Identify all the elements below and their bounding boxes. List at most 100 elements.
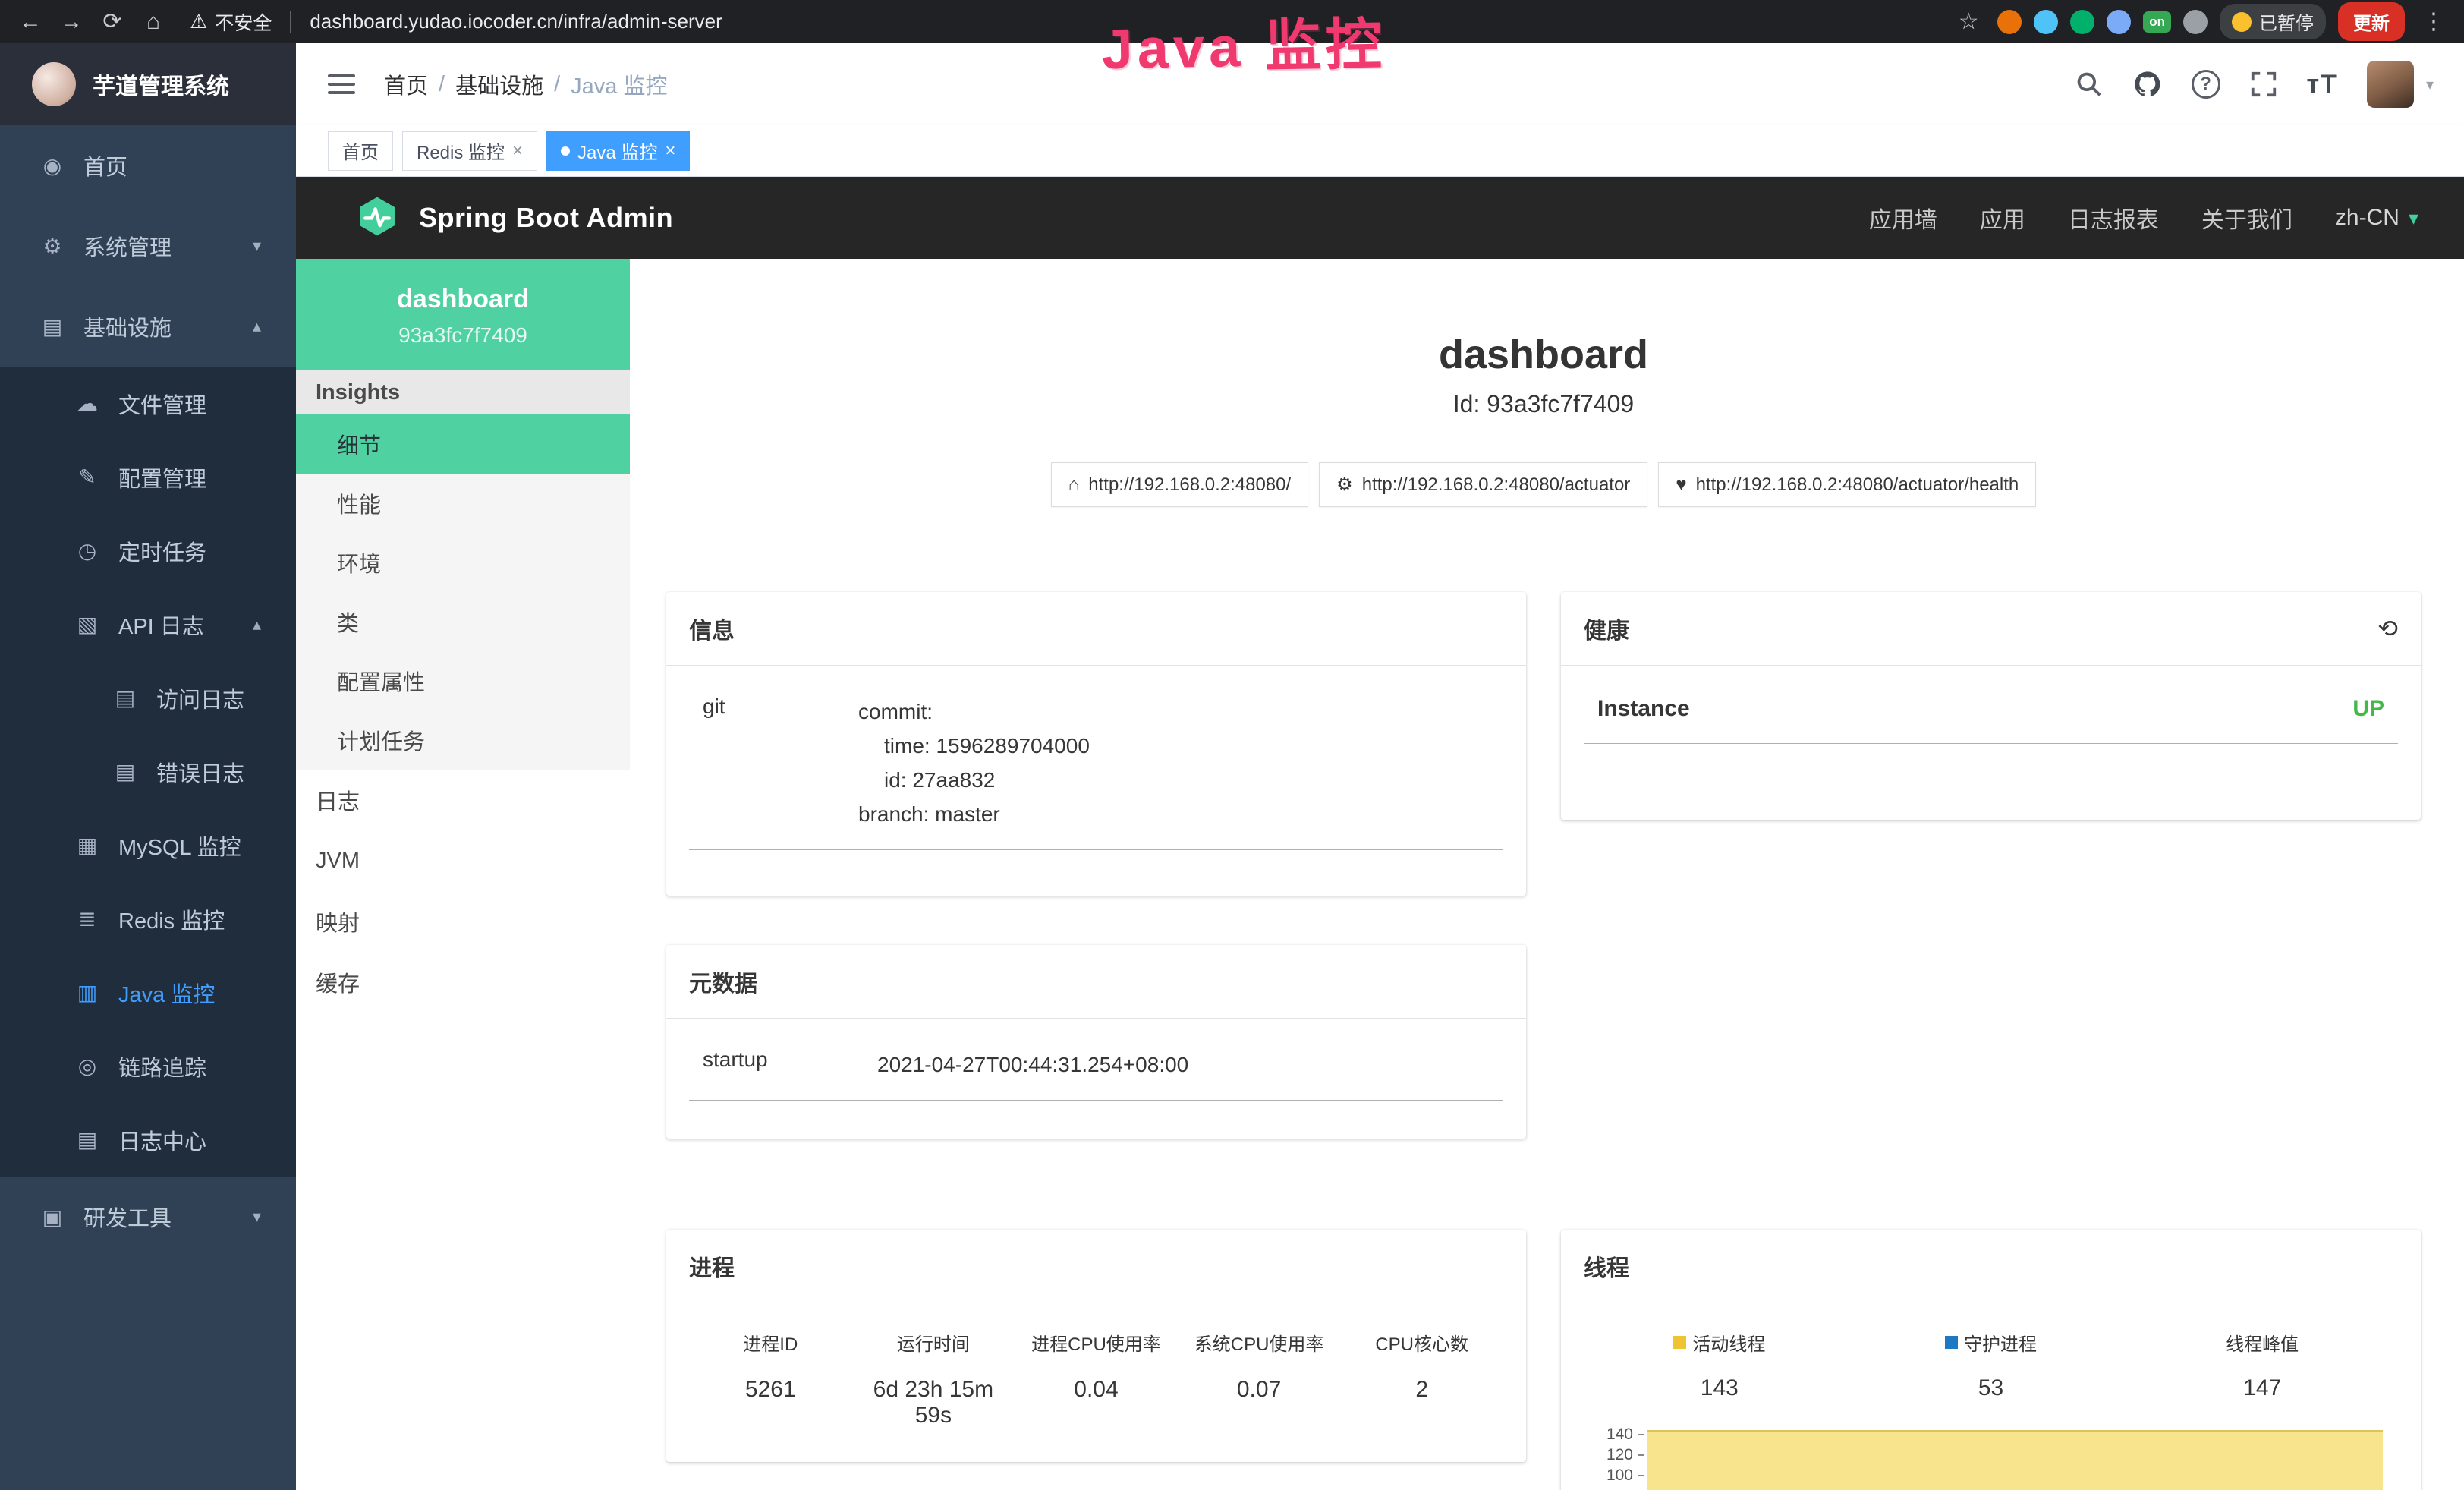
sba-nav-journal[interactable]: 日志报表 [2068, 201, 2159, 235]
breadcrumb-home[interactable]: 首页 [384, 68, 428, 100]
address-bar[interactable]: dashboard.yudao.iocoder.cn/infra/admin-s… [310, 10, 1944, 33]
user-avatar[interactable] [2367, 61, 2414, 108]
sidebar-item-dev-tools[interactable]: ▣ 研发工具 ▾ [0, 1177, 296, 1257]
search-icon[interactable] [2075, 70, 2104, 99]
sidebar-item-api-logs[interactable]: ▧ API 日志 ▴ [0, 587, 296, 661]
toolbox-icon: ▣ [39, 1205, 65, 1230]
sidebar-item-access-logs[interactable]: ▤ 访问日志 [0, 661, 296, 735]
health-instance-row[interactable]: Instance UP [1584, 691, 2398, 744]
sba-insights-group: 细节 性能 环境 类 配置属性 计划任务 [296, 414, 630, 770]
hamburger-icon[interactable] [328, 73, 355, 96]
page-id: Id: 93a3fc7f7409 [666, 390, 2421, 418]
update-button[interactable]: 更新 [2338, 2, 2405, 41]
eye-icon: ◎ [74, 1054, 100, 1079]
app-logo[interactable]: 芋道管理系统 [0, 43, 296, 125]
extension-on-badge[interactable]: on [2143, 11, 2171, 33]
health-card: 健康 ⟲ Instance UP [1561, 592, 2421, 820]
sba-item-jvm[interactable]: JVM [296, 830, 630, 891]
sba-item-config-props[interactable]: 配置属性 [296, 651, 630, 710]
sidebar-item-file-mgmt[interactable]: ☁ 文件管理 [0, 367, 296, 440]
dashboard-icon: ◉ [39, 153, 65, 178]
reload-icon[interactable]: ⟳ [96, 8, 129, 35]
sba-item-environment[interactable]: 环境 [296, 533, 630, 592]
sidebar-item-mysql-monitor[interactable]: ▦ MySQL 监控 [0, 808, 296, 882]
sba-item-caches[interactable]: 缓存 [296, 952, 630, 1013]
legend-peak-threads: 线程峰值 147 [2126, 1329, 2398, 1401]
sidebar-item-system-mgmt[interactable]: ⚙ 系统管理 ▾ [0, 206, 296, 286]
instance-links: ⌂ http://192.168.0.2:48080/ ⚙ http://192… [666, 462, 2421, 507]
service-url-text: http://192.168.0.2:48080/ [1088, 474, 1291, 496]
home-icon[interactable]: ⌂ [137, 9, 170, 35]
tab-home[interactable]: 首页 [328, 131, 393, 171]
health-icon: ♥ [1676, 474, 1686, 496]
tab-java-monitor[interactable]: Java 监控 × [546, 131, 690, 171]
info-value: commit: time: 1596289704000 id: 27aa832 … [858, 695, 1490, 831]
clock-icon: ◷ [74, 538, 100, 563]
sba-locale-select[interactable]: zh-CN ▾ [2335, 205, 2418, 231]
fullscreen-icon[interactable] [2249, 70, 2278, 99]
sidebar-item-infrastructure[interactable]: ▤ 基础设施 ▴ [0, 286, 296, 367]
sidebar-item-redis-monitor[interactable]: ≣ Redis 监控 [0, 882, 296, 956]
sidebar-item-tracing[interactable]: ◎ 链路追踪 [0, 1029, 296, 1103]
info-line: branch: master [858, 797, 1490, 831]
info-git-row: git commit: time: 1596289704000 id: 27aa… [689, 691, 1503, 850]
chevron-down-icon: ▾ [253, 236, 261, 256]
sba-nav-applications[interactable]: 应用 [1980, 201, 2025, 235]
extension-icon[interactable] [2183, 10, 2208, 34]
security-chip[interactable]: ⚠ 不安全 [190, 8, 272, 36]
card-columns: 信息 git commit: time: 1596289704000 id: 2… [666, 592, 2421, 1490]
sidebar-item-label: Redis 监控 [118, 903, 225, 935]
spring-boot-admin: Spring Boot Admin 应用墙 应用 日志报表 关于我们 zh-CN… [296, 177, 2464, 1490]
health-card-title: 健康 [1584, 612, 1629, 645]
github-icon[interactable] [2132, 69, 2163, 99]
sidebar-item-log-center[interactable]: ▤ 日志中心 [0, 1103, 296, 1177]
sidebar-item-error-logs[interactable]: ▤ 错误日志 [0, 735, 296, 808]
sidebar-item-config-mgmt[interactable]: ✎ 配置管理 [0, 440, 296, 514]
address-divider [290, 11, 291, 33]
sidebar-item-java-monitor[interactable]: ▥ Java 监控 [0, 956, 296, 1029]
sidebar-item-label: 基础设施 [83, 310, 172, 342]
sba-item-metrics[interactable]: 性能 [296, 474, 630, 533]
app-main: 首页 / 基础设施 / Java 监控 [296, 43, 2464, 1490]
back-icon[interactable]: ← [14, 9, 47, 35]
sba-item-details[interactable]: 细节 [296, 414, 630, 474]
info-line: id: 27aa832 [858, 763, 1490, 797]
sidebar-item-label: 错误日志 [156, 756, 244, 788]
forward-icon[interactable]: → [55, 9, 88, 35]
tab-redis-monitor[interactable]: Redis 监控 × [402, 131, 537, 171]
health-url-link[interactable]: ♥ http://192.168.0.2:48080/actuator/heal… [1658, 462, 2036, 507]
breadcrumb-infrastructure[interactable]: 基础设施 [455, 68, 543, 100]
help-icon[interactable]: ? [2192, 70, 2220, 99]
stat-system-cpu: 系统CPU使用率 0.07 [1178, 1329, 1341, 1429]
sba-item-logs[interactable]: 日志 [296, 770, 630, 830]
browser-menu-icon[interactable]: ⋮ [2417, 8, 2450, 35]
stat-process-cpu: 进程CPU使用率 0.04 [1015, 1329, 1178, 1429]
sba-instance-id: 93a3fc7f7409 [304, 323, 622, 348]
sidebar-item-home[interactable]: ◉ 首页 [0, 125, 296, 206]
close-icon[interactable]: × [512, 140, 523, 162]
extension-icon[interactable] [2107, 10, 2131, 34]
sba-item-scheduled-tasks[interactable]: 计划任务 [296, 710, 630, 770]
font-size-icon[interactable]: тT [2307, 70, 2338, 99]
close-icon[interactable]: × [665, 140, 675, 162]
actuator-url-link[interactable]: ⚙ http://192.168.0.2:48080/actuator [1319, 462, 1647, 507]
bookmark-star-icon[interactable]: ☆ [1952, 8, 1985, 35]
sba-item-mappings[interactable]: 映射 [296, 891, 630, 952]
breadcrumb-current: Java 监控 [571, 68, 667, 100]
sba-nav-wallboard[interactable]: 应用墙 [1869, 201, 1937, 235]
extension-icon[interactable] [2070, 10, 2094, 34]
extension-icon[interactable] [1997, 10, 2022, 34]
app: 芋道管理系统 ◉ 首页 ⚙ 系统管理 ▾ ▤ 基础设施 ▴ ☁ 文件管理 [0, 43, 2464, 1490]
sba-instance-header[interactable]: dashboard 93a3fc7f7409 [296, 259, 630, 370]
service-url-link[interactable]: ⌂ http://192.168.0.2:48080/ [1051, 462, 1308, 507]
sidebar-item-scheduled-jobs[interactable]: ◷ 定时任务 [0, 514, 296, 587]
history-icon[interactable]: ⟲ [2377, 614, 2398, 643]
sidebar-item-label: 文件管理 [118, 388, 206, 420]
paused-badge[interactable]: 已暂停 [2220, 4, 2326, 39]
sidebar-item-label: MySQL 监控 [118, 830, 241, 862]
extension-icon[interactable] [2034, 10, 2058, 34]
sba-nav-about[interactable]: 关于我们 [2201, 201, 2292, 235]
sba-brand[interactable]: Spring Boot Admin [419, 202, 673, 234]
info-line: time: 1596289704000 [858, 729, 1490, 763]
sba-item-classes[interactable]: 类 [296, 592, 630, 651]
